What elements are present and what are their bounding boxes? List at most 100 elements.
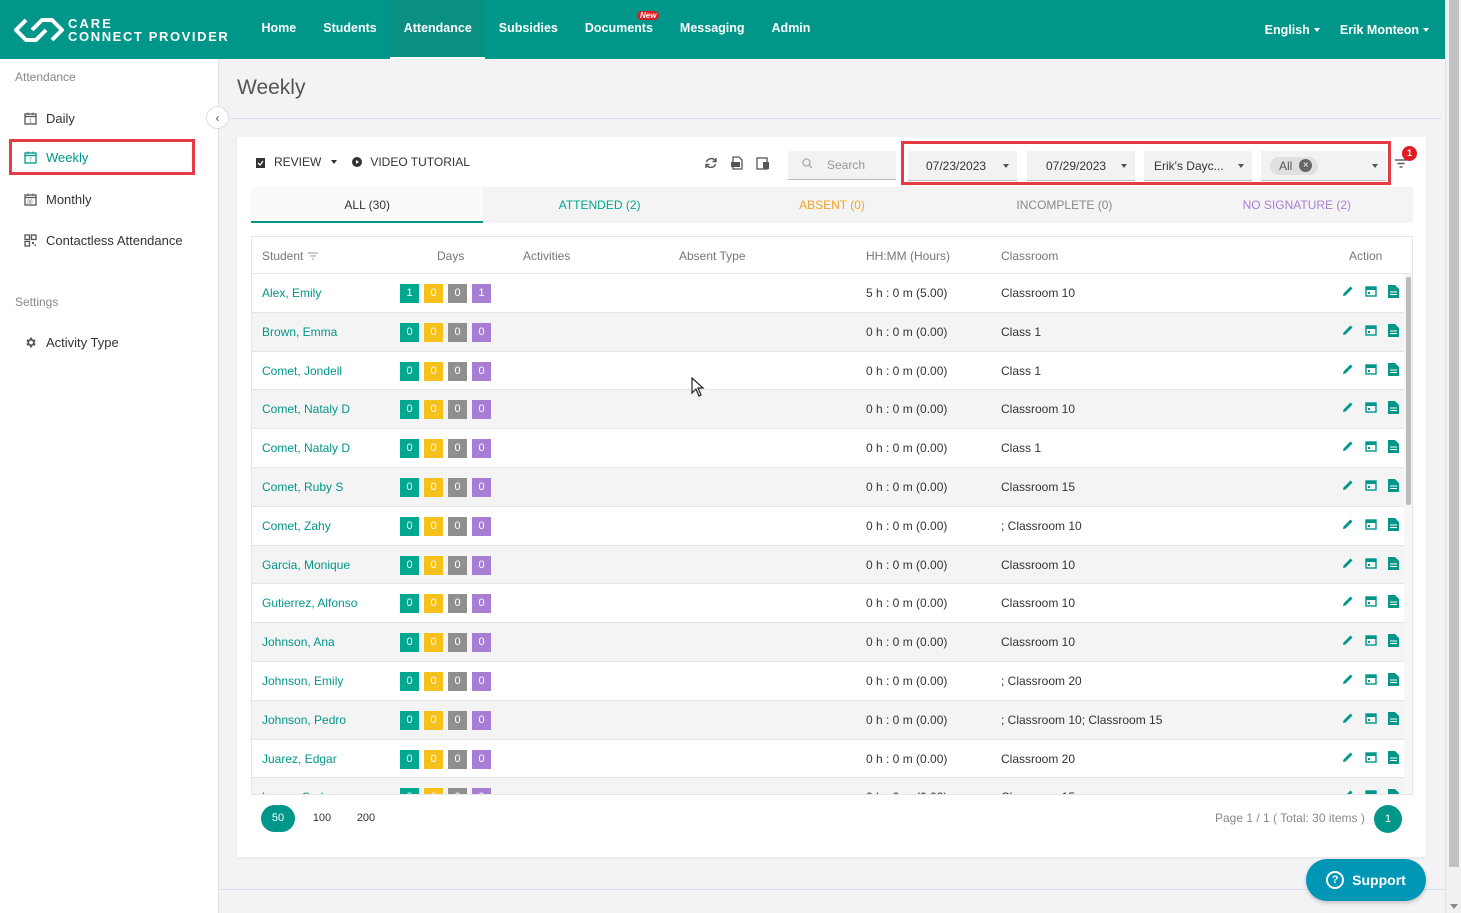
calendar-icon[interactable] bbox=[1365, 673, 1378, 687]
student-link[interactable]: Garcia, Monique bbox=[262, 558, 350, 572]
student-link[interactable]: Comet, Ruby S bbox=[262, 480, 343, 494]
calendar-icon[interactable] bbox=[1365, 557, 1378, 571]
edit-icon[interactable] bbox=[1342, 673, 1355, 687]
sidebar-item-monthly[interactable]: 30 Monthly bbox=[9, 181, 195, 217]
tab-absent[interactable]: ABSENT (0) bbox=[716, 187, 948, 223]
video-tutorial-button[interactable]: VIDEO TUTORIAL bbox=[351, 155, 470, 169]
student-link[interactable]: Brown, Emma bbox=[262, 325, 337, 339]
student-link[interactable]: Alex, Emily bbox=[262, 286, 321, 300]
document-icon[interactable] bbox=[1388, 595, 1401, 609]
page-size-50[interactable]: 50 bbox=[261, 805, 295, 832]
review-button[interactable]: REVIEW bbox=[255, 155, 338, 169]
calendar-icon[interactable] bbox=[1365, 401, 1378, 415]
scroll-down-icon[interactable] bbox=[1450, 904, 1458, 909]
calendar-icon[interactable] bbox=[1365, 789, 1378, 794]
document-icon[interactable] bbox=[1388, 285, 1401, 299]
nav-students[interactable]: Students bbox=[310, 0, 390, 59]
student-link[interactable]: Comet, Jondell bbox=[262, 364, 342, 378]
collapse-sidebar-button[interactable]: ‹ bbox=[206, 106, 229, 129]
document-icon[interactable] bbox=[1388, 556, 1401, 571]
refresh-icon[interactable] bbox=[704, 156, 718, 170]
search-box[interactable] bbox=[788, 151, 897, 180]
document-icon[interactable] bbox=[1388, 750, 1401, 765]
document-icon[interactable] bbox=[1388, 789, 1401, 794]
calendar-icon[interactable] bbox=[1365, 751, 1378, 765]
tab-no-signature[interactable]: NO SIGNATURE (2) bbox=[1181, 187, 1413, 223]
start-date-select[interactable]: 07/23/2023 bbox=[908, 151, 1017, 181]
page-scrollbar[interactable] bbox=[1445, 0, 1461, 913]
calendar-icon[interactable] bbox=[1365, 595, 1378, 609]
edit-icon[interactable] bbox=[1342, 712, 1355, 726]
calendar-icon[interactable] bbox=[1365, 324, 1378, 338]
export-excel-icon[interactable] bbox=[756, 156, 770, 170]
edit-icon[interactable] bbox=[1342, 440, 1355, 454]
calendar-icon[interactable] bbox=[1365, 363, 1378, 377]
page-size-200[interactable]: 200 bbox=[349, 805, 383, 832]
page-size-100[interactable]: 100 bbox=[305, 805, 339, 832]
edit-icon[interactable] bbox=[1342, 557, 1355, 571]
end-date-select[interactable]: 07/29/2023 bbox=[1027, 151, 1135, 181]
document-icon[interactable] bbox=[1388, 711, 1401, 726]
edit-icon[interactable] bbox=[1342, 518, 1355, 532]
edit-icon[interactable] bbox=[1342, 751, 1355, 765]
student-link[interactable]: Juarez, Edgar bbox=[262, 752, 337, 766]
document-icon[interactable] bbox=[1388, 323, 1401, 338]
document-icon[interactable] bbox=[1388, 634, 1401, 648]
sidebar-item-weekly[interactable]: 7 Weekly bbox=[9, 139, 195, 175]
tab-incomplete[interactable]: INCOMPLETE (0) bbox=[948, 187, 1180, 223]
student-link[interactable]: Comet, Nataly D bbox=[262, 402, 350, 416]
student-link[interactable]: Johnson, Emily bbox=[262, 674, 343, 688]
student-link[interactable]: Gutierrez, Alfonso bbox=[262, 596, 357, 610]
edit-icon[interactable] bbox=[1342, 595, 1355, 609]
document-icon[interactable] bbox=[1388, 362, 1401, 377]
sort-icon[interactable] bbox=[308, 252, 319, 260]
tab-attended[interactable]: ATTENDED (2) bbox=[483, 187, 715, 223]
brand-logo[interactable]: CARE CONNECT PROVIDER bbox=[12, 16, 229, 44]
sidebar-item-daily[interactable]: 1 Daily bbox=[9, 100, 195, 136]
nav-home[interactable]: Home bbox=[248, 0, 310, 59]
calendar-icon[interactable] bbox=[1365, 479, 1378, 493]
user-menu[interactable]: Erik Monteon bbox=[1340, 23, 1429, 37]
document-icon[interactable] bbox=[1388, 672, 1401, 687]
student-link[interactable]: Lopez, Carlos bbox=[262, 790, 336, 794]
sidebar-item-activity-type[interactable]: Activity Type bbox=[9, 324, 195, 360]
nav-documents[interactable]: Documents New bbox=[571, 0, 666, 59]
student-link[interactable]: Johnson, Ana bbox=[262, 635, 335, 649]
edit-icon[interactable] bbox=[1342, 285, 1355, 299]
edit-icon[interactable] bbox=[1342, 479, 1355, 493]
edit-icon[interactable] bbox=[1342, 789, 1355, 794]
tab-all[interactable]: ALL (30) bbox=[251, 187, 484, 223]
filter-chip[interactable]: All × bbox=[1270, 156, 1319, 175]
edit-icon[interactable] bbox=[1342, 363, 1355, 377]
support-button[interactable]: ? Support bbox=[1306, 859, 1426, 901]
document-icon[interactable] bbox=[1388, 401, 1401, 415]
calendar-icon[interactable] bbox=[1365, 634, 1378, 648]
table-scrollbar-thumb[interactable] bbox=[1406, 277, 1411, 505]
student-link[interactable]: Comet, Nataly D bbox=[262, 441, 350, 455]
nav-messaging[interactable]: Messaging bbox=[666, 0, 758, 59]
edit-icon[interactable] bbox=[1342, 401, 1355, 415]
edit-icon[interactable] bbox=[1342, 324, 1355, 338]
nav-subsidies[interactable]: Subsidies bbox=[485, 0, 571, 59]
document-icon[interactable] bbox=[1388, 517, 1401, 532]
page-scrollbar-thumb[interactable] bbox=[1449, 0, 1459, 867]
language-dropdown[interactable]: English bbox=[1265, 23, 1320, 37]
page-button-1[interactable]: 1 bbox=[1374, 805, 1402, 833]
nav-attendance[interactable]: Attendance bbox=[390, 0, 486, 59]
search-input[interactable] bbox=[827, 158, 897, 172]
site-select[interactable]: Erik's Dayc... bbox=[1144, 151, 1252, 181]
calendar-icon[interactable] bbox=[1365, 285, 1378, 299]
export-pdf-icon[interactable] bbox=[730, 156, 744, 170]
nav-admin[interactable]: Admin bbox=[758, 0, 824, 59]
calendar-icon[interactable] bbox=[1365, 712, 1378, 726]
calendar-icon[interactable] bbox=[1365, 518, 1378, 532]
document-icon[interactable] bbox=[1388, 478, 1401, 493]
student-link[interactable]: Comet, Zahy bbox=[262, 519, 331, 533]
document-icon[interactable] bbox=[1388, 440, 1401, 454]
classroom-multiselect[interactable]: All × bbox=[1261, 151, 1386, 181]
col-student[interactable]: Student bbox=[262, 249, 319, 263]
calendar-icon[interactable] bbox=[1365, 440, 1378, 454]
table-scrollbar[interactable] bbox=[1404, 274, 1412, 794]
edit-icon[interactable] bbox=[1342, 634, 1355, 648]
student-link[interactable]: Johnson, Pedro bbox=[262, 713, 346, 727]
